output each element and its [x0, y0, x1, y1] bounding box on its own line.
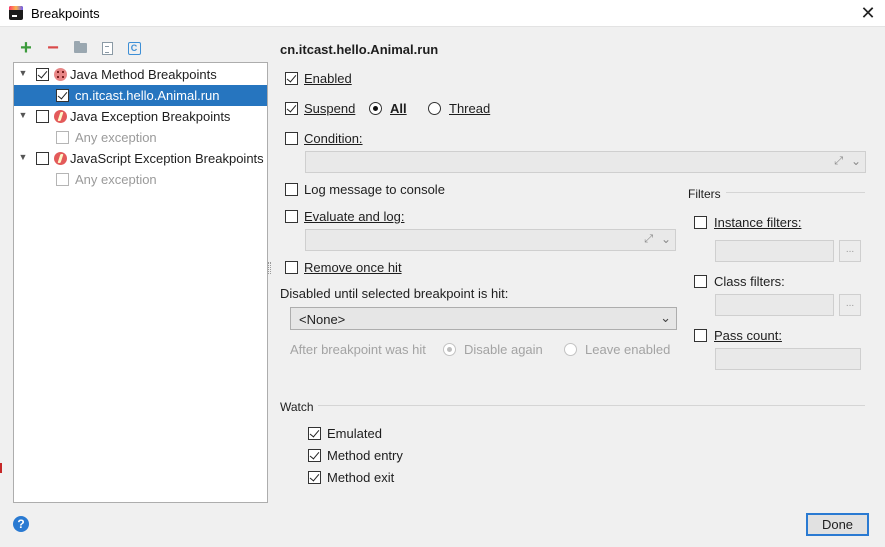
select-value: <None> [299, 312, 346, 327]
suspend-checkbox[interactable] [285, 102, 298, 115]
leave-enabled-label: Leave enabled [585, 342, 671, 357]
close-button[interactable]: ✕ [857, 2, 879, 24]
enabled-label[interactable]: Enabled [304, 71, 352, 86]
remove-once-hit-label[interactable]: Remove once hit [304, 260, 402, 275]
splitter-handle[interactable] [268, 262, 271, 274]
method-exit-label[interactable]: Method exit [327, 470, 394, 485]
pass-count-checkbox[interactable] [694, 329, 707, 342]
disable-again-radio[interactable] [443, 343, 456, 356]
remove-breakpoint-icon[interactable]: − [45, 38, 61, 58]
item-checkbox[interactable] [56, 131, 69, 144]
method-exit-checkbox[interactable] [308, 471, 321, 484]
intellij-app-icon [9, 6, 23, 20]
pass-count-label[interactable]: Pass count: [714, 328, 782, 343]
title-bar: Breakpoints ✕ [0, 0, 885, 27]
group-checkbox[interactable] [36, 110, 49, 123]
condition-checkbox[interactable] [285, 132, 298, 145]
pass-count-input[interactable] [715, 348, 861, 370]
tree-label: cn.itcast.hello.Animal.run [75, 88, 220, 103]
breakpoints-tree[interactable]: ▼ Java Method Breakpoints cn.itcast.hell… [13, 62, 268, 503]
suspend-all-label[interactable]: All [390, 101, 407, 116]
watch-separator [318, 405, 865, 406]
tree-item-selected[interactable]: cn.itcast.hello.Animal.run [14, 85, 267, 106]
tree-group-java-method[interactable]: ▼ Java Method Breakpoints [14, 64, 267, 85]
suspend-label[interactable]: Suspend [304, 101, 355, 116]
tree-item[interactable]: Any exception [14, 169, 267, 190]
group-checkbox[interactable] [36, 152, 49, 165]
method-entry-label[interactable]: Method entry [327, 448, 403, 463]
item-checkbox[interactable] [56, 89, 69, 102]
condition-input[interactable]: ⤢ ⌄ [305, 151, 866, 173]
enabled-checkbox[interactable] [285, 72, 298, 85]
edge-marker [0, 463, 2, 473]
leave-enabled-radio[interactable] [564, 343, 577, 356]
instance-filters-label[interactable]: Instance filters: [714, 215, 801, 230]
instance-filters-checkbox[interactable] [694, 216, 707, 229]
chevron-down-icon[interactable]: ⌄ [660, 310, 671, 326]
watch-heading: Watch [280, 400, 314, 414]
tree-group-java-exception[interactable]: ▼ Java Exception Breakpoints [14, 106, 267, 127]
collapse-arrow-icon[interactable]: ▼ [18, 110, 28, 120]
tree-label: JavaScript Exception Breakpoints [70, 151, 264, 166]
suspend-thread-radio[interactable] [428, 102, 441, 115]
help-icon[interactable]: ? [13, 516, 29, 532]
exception-breakpoint-icon [54, 152, 67, 165]
tree-label: Any exception [75, 130, 157, 145]
emulated-label[interactable]: Emulated [327, 426, 382, 441]
emulated-checkbox[interactable] [308, 427, 321, 440]
condition-label[interactable]: Condition: [304, 131, 363, 146]
log-message-checkbox[interactable] [285, 183, 298, 196]
class-filters-label[interactable]: Class filters: [714, 274, 785, 289]
log-message-label[interactable]: Log message to console [304, 182, 445, 197]
class-filters-browse-button[interactable]: ... [839, 294, 861, 316]
method-breakpoint-icon [54, 68, 67, 81]
after-hit-label: After breakpoint was hit [290, 342, 426, 357]
window-title: Breakpoints [31, 6, 100, 21]
collapse-arrow-icon[interactable]: ▼ [18, 152, 28, 162]
collapse-arrow-icon[interactable]: ▼ [18, 68, 28, 78]
add-breakpoint-icon[interactable]: + [18, 38, 34, 58]
group-by-class-icon[interactable]: C [126, 40, 142, 56]
disabled-until-label: Disabled until selected breakpoint is hi… [280, 286, 509, 301]
chevron-down-icon[interactable]: ⌄ [661, 232, 671, 246]
evaluate-label[interactable]: Evaluate and log: [304, 209, 404, 224]
suspend-all-radio[interactable] [369, 102, 382, 115]
tree-item[interactable]: Any exception [14, 127, 267, 148]
expand-icon[interactable]: ⤢ [644, 233, 653, 246]
chevron-down-icon[interactable]: ⌄ [851, 154, 861, 168]
evaluate-checkbox[interactable] [285, 210, 298, 223]
filters-heading: Filters [688, 187, 721, 201]
remove-once-hit-checkbox[interactable] [285, 261, 298, 274]
group-checkbox[interactable] [36, 68, 49, 81]
group-by-file-icon[interactable] [99, 40, 115, 56]
class-filters-checkbox[interactable] [694, 275, 707, 288]
instance-filters-input[interactable] [715, 240, 834, 262]
item-checkbox[interactable] [56, 173, 69, 186]
tree-label: Java Exception Breakpoints [70, 109, 231, 124]
tree-label: Any exception [75, 172, 157, 187]
method-entry-checkbox[interactable] [308, 449, 321, 462]
group-by-folder-icon[interactable] [72, 40, 88, 56]
done-button[interactable]: Done [806, 513, 869, 536]
breakpoint-title: cn.itcast.hello.Animal.run [280, 42, 439, 57]
disabled-until-select[interactable]: <None> ⌄ [290, 307, 677, 330]
class-filters-input[interactable] [715, 294, 834, 316]
exception-breakpoint-icon [54, 110, 67, 123]
suspend-thread-label[interactable]: Thread [449, 101, 490, 116]
instance-filters-browse-button[interactable]: ... [839, 240, 861, 262]
expand-icon[interactable]: ⤢ [834, 155, 843, 168]
filters-separator [726, 192, 865, 193]
disable-again-label: Disable again [464, 342, 543, 357]
tree-label: Java Method Breakpoints [70, 67, 217, 82]
evaluate-input[interactable]: ⤢ ⌄ [305, 229, 676, 251]
tree-group-javascript-exception[interactable]: ▼ JavaScript Exception Breakpoints [14, 148, 267, 169]
